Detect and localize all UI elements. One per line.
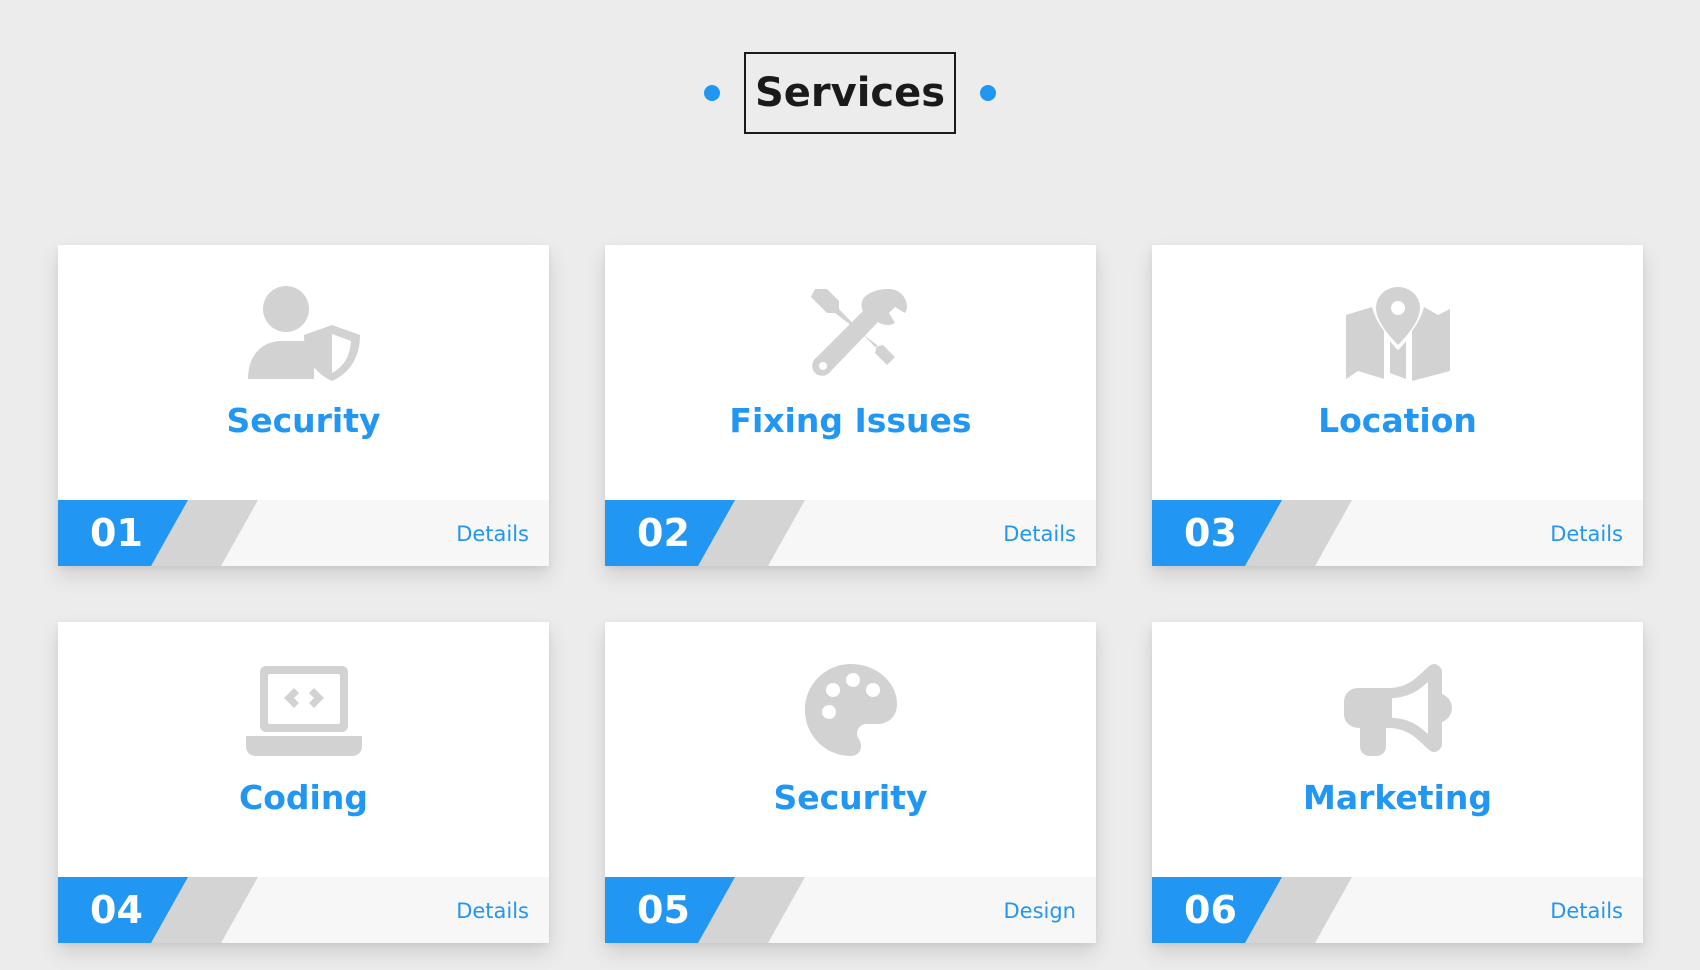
bullhorn-icon [1338,662,1458,758]
card-footer: 01 Details [58,500,549,566]
details-link[interactable]: Details [456,877,529,943]
service-card: Location 03 Details [1152,245,1643,566]
service-card: Fixing Issues 02 Details [605,245,1096,566]
map-location-icon [1338,285,1458,381]
title-dot-right [980,85,996,101]
card-number: 06 [1184,888,1237,932]
card-number: 01 [90,511,143,555]
section-title: Services [744,52,956,134]
service-card: Marketing 06 Details [1152,622,1643,943]
card-number: 04 [90,888,143,932]
services-grid: Security 01 Details Fixing Issues 02 Det… [58,245,1643,943]
user-shield-icon [244,285,364,381]
card-title: Fixing Issues [729,401,972,440]
card-footer: 06 Details [1152,877,1643,943]
design-link[interactable]: Design [1003,877,1076,943]
card-number: 03 [1184,511,1237,555]
card-title: Coding [239,778,368,817]
card-footer: 04 Details [58,877,549,943]
screwdriver-wrench-icon [791,285,911,381]
card-footer: 03 Details [1152,500,1643,566]
service-card: Security 05 Design [605,622,1096,943]
card-title: Marketing [1302,778,1493,817]
details-link[interactable]: Details [1550,500,1623,566]
card-footer: 02 Details [605,500,1096,566]
card-title: Security [773,778,928,817]
card-footer: 05 Design [605,877,1096,943]
title-dot-left [704,85,720,101]
card-title: Location [1318,401,1477,440]
card-number: 05 [637,888,690,932]
details-link[interactable]: Details [1003,500,1076,566]
laptop-code-icon [244,662,364,758]
card-title: Security [226,401,381,440]
details-link[interactable]: Details [456,500,529,566]
service-card: Security 01 Details [58,245,549,566]
section-header: Services [0,52,1700,134]
details-link[interactable]: Details [1550,877,1623,943]
palette-icon [791,662,911,758]
card-number: 02 [637,511,690,555]
service-card: Coding 04 Details [58,622,549,943]
section-title-wrap: Services [704,52,996,134]
